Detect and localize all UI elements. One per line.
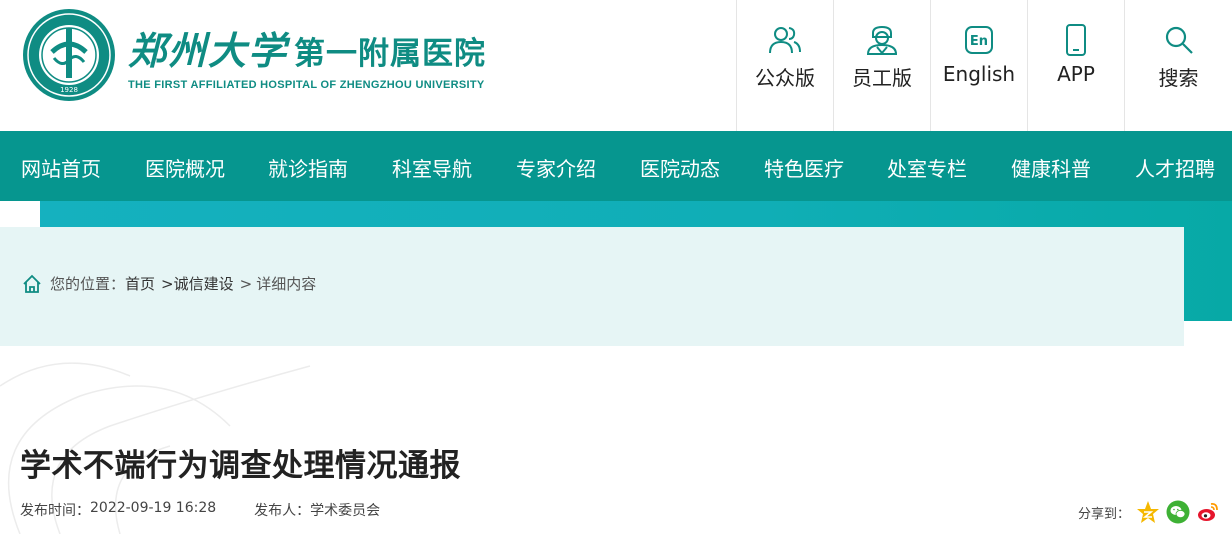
english-icon-badge: En xyxy=(970,34,988,49)
qzone-icon[interactable] xyxy=(1136,500,1160,524)
quick-link-english[interactable]: En English xyxy=(930,0,1027,131)
home-icon xyxy=(23,274,41,293)
nav-item-departments[interactable]: 科室导航 xyxy=(392,153,472,182)
nav-item-featured[interactable]: 特色医疗 xyxy=(764,153,844,182)
hospital-logo[interactable]: 1928 郑州大学 第一附属医院 THE FIRST AFFILIATED HO… xyxy=(22,8,486,102)
quick-link-label: 员工版 xyxy=(852,66,912,90)
site-header: 1928 郑州大学 第一附属医院 THE FIRST AFFILIATED HO… xyxy=(0,0,1232,131)
article-meta: 发布时间： 2022-09-19 16:28 发布人： 学术委员会 xyxy=(20,500,380,520)
breadcrumb: 您的位置： 首页 >诚信建设 > 详细内容 xyxy=(22,273,316,294)
nav-item-overview[interactable]: 医院概况 xyxy=(145,153,225,182)
quick-link-label: 公众版 xyxy=(755,66,815,90)
search-icon xyxy=(1161,22,1197,58)
breadcrumb-prefix: 您的位置： xyxy=(50,275,126,293)
breadcrumb-section-link[interactable]: >诚信建设 xyxy=(161,273,234,294)
staff-icon xyxy=(864,22,900,58)
publish-time-label: 发布时间： xyxy=(20,503,90,519)
publish-time: 2022-09-19 16:28 xyxy=(90,500,217,516)
nav-item-guide[interactable]: 就诊指南 xyxy=(268,153,348,182)
quick-links: 公众版 员工版 En English APP 搜索 xyxy=(736,0,1232,131)
article-title: 学术不端行为调查处理情况通报 xyxy=(20,448,461,484)
logo-title: 郑州大学 第一附属医院 xyxy=(128,20,486,75)
breadcrumb-separator: > xyxy=(239,274,253,293)
nav-item-home[interactable]: 网站首页 xyxy=(21,153,101,182)
quick-link-label: English xyxy=(942,62,1016,86)
quick-link-app[interactable]: APP xyxy=(1027,0,1124,131)
hospital-seal-icon: 1928 xyxy=(23,9,115,101)
breadcrumb-current: 详细内容 xyxy=(256,275,317,293)
publisher-label: 发布人： xyxy=(254,503,311,519)
nav-item-health[interactable]: 健康科普 xyxy=(1011,153,1091,182)
logo-title-plain: 第一附属医院 xyxy=(294,35,487,72)
english-icon: En xyxy=(961,22,997,58)
wechat-icon[interactable] xyxy=(1166,500,1190,524)
weibo-icon[interactable] xyxy=(1196,500,1220,524)
share-bar: 分享到： xyxy=(1078,500,1220,524)
main-nav: 网站首页 医院概况 就诊指南 科室导航 专家介绍 医院动态 特色医疗 处室专栏 … xyxy=(0,131,1232,201)
quick-link-label: APP xyxy=(1057,62,1095,86)
public-users-icon xyxy=(767,22,803,58)
quick-link-search[interactable]: 搜索 xyxy=(1124,0,1232,131)
mobile-phone-icon xyxy=(1058,22,1094,58)
logo-text: 郑州大学 第一附属医院 THE FIRST AFFILIATED HOSPITA… xyxy=(128,20,486,91)
share-label: 分享到： xyxy=(1077,506,1130,522)
nav-item-offices[interactable]: 处室专栏 xyxy=(887,153,967,182)
seal-year: 1928 xyxy=(60,86,78,94)
logo-subtitle-en: THE FIRST AFFILIATED HOSPITAL OF ZHENGZH… xyxy=(128,78,485,91)
logo-title-calligraphy: 郑州大学 xyxy=(128,27,289,73)
nav-item-careers[interactable]: 人才招聘 xyxy=(1135,153,1215,182)
nav-item-news[interactable]: 医院动态 xyxy=(640,153,720,182)
publisher: 学术委员会 xyxy=(310,503,381,519)
breadcrumb-home-link[interactable]: 首页 xyxy=(125,273,155,294)
quick-link-public[interactable]: 公众版 xyxy=(736,0,833,131)
quick-link-label: 搜索 xyxy=(1158,66,1199,90)
nav-item-experts[interactable]: 专家介绍 xyxy=(516,153,596,182)
quick-link-staff[interactable]: 员工版 xyxy=(833,0,930,131)
